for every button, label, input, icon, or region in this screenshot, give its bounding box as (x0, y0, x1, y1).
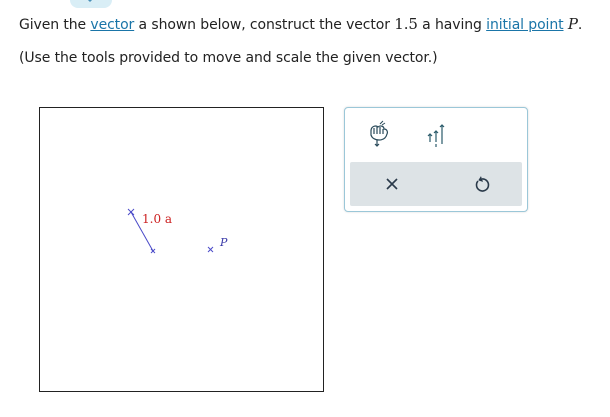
instructions-text: (Use the tools provided to move and scal… (19, 50, 438, 66)
chevron-down-icon (87, 0, 93, 3)
clear-button[interactable] (380, 172, 404, 196)
vector-link[interactable]: vector (90, 17, 134, 33)
question-text: Given the vector a shown below, construc… (19, 15, 583, 33)
scale-arrows-icon (427, 124, 445, 147)
collapse-tab[interactable] (70, 0, 112, 8)
action-bar (350, 162, 522, 206)
vector-label: 1.0 a (142, 212, 173, 226)
canvas-drawing (127, 208, 214, 254)
tool-panel (344, 107, 528, 212)
scalar-value: 1.5 (394, 15, 418, 33)
reset-icon (475, 176, 490, 192)
scale-tool-button[interactable] (417, 114, 457, 154)
hand-move-icon (370, 120, 388, 147)
initial-point-link[interactable]: initial point (486, 17, 563, 33)
reset-button[interactable] (470, 172, 494, 196)
point-p-marker[interactable] (207, 246, 214, 253)
vector-head-marker[interactable] (127, 208, 135, 216)
vector-tail-marker[interactable] (150, 248, 156, 254)
graph-canvas[interactable]: 1.0 a P (39, 107, 324, 392)
move-tool-button[interactable] (357, 114, 397, 154)
point-name: P (567, 15, 578, 33)
point-p-label: P (220, 236, 228, 249)
close-icon (386, 178, 398, 190)
